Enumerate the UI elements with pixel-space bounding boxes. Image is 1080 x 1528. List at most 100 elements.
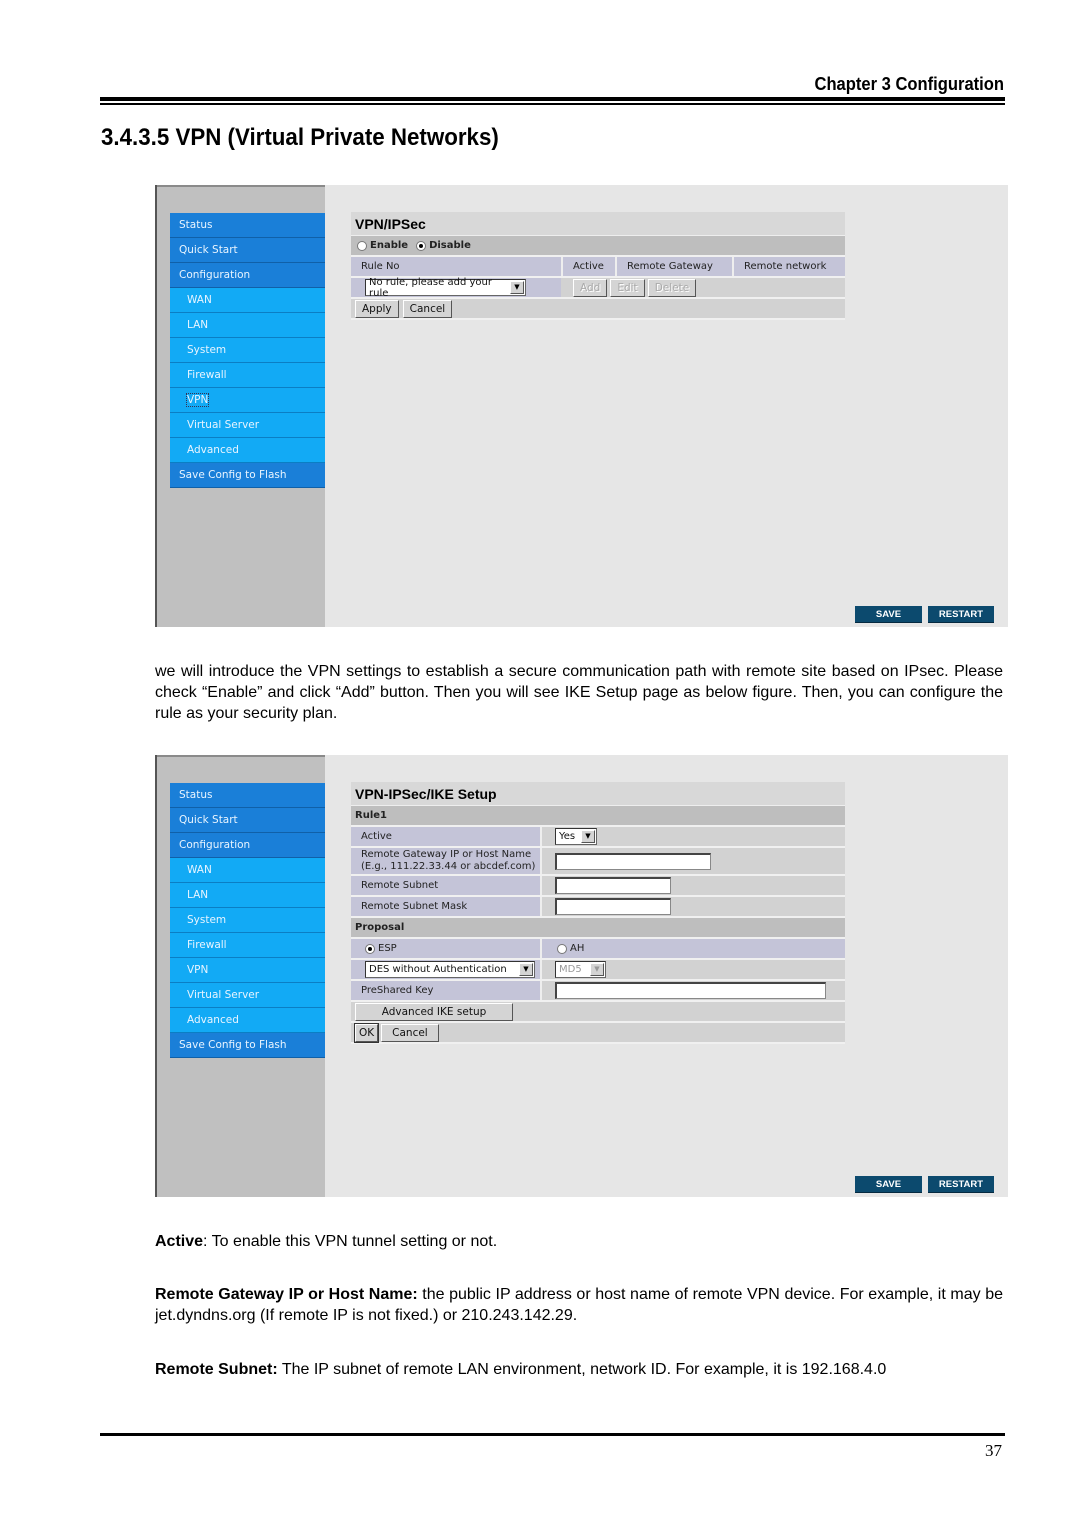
remote-gateway-hint: (E.g., 111.22.33.44 or abcdef.com) bbox=[361, 861, 536, 872]
footer-buttons: SAVE CONFIG RESTART bbox=[855, 1176, 994, 1207]
header-rule-thin bbox=[100, 103, 1005, 105]
active-description: Active: To enable this VPN tunnel settin… bbox=[155, 1231, 1003, 1252]
rule-table-row: No rule, please add your rule ▼ Add Edit… bbox=[351, 277, 845, 299]
nav-item-wan[interactable]: WAN bbox=[170, 858, 325, 883]
nav-item-lan[interactable]: LAN bbox=[170, 883, 325, 908]
nav-item-firewall[interactable]: Firewall bbox=[170, 933, 325, 958]
nav-item-vpn[interactable]: VPN bbox=[170, 388, 325, 413]
enable-label: Enable bbox=[370, 240, 409, 251]
remote-subnet-label: Remote Subnet bbox=[351, 876, 540, 895]
active-row: Active Yes ▼ bbox=[351, 827, 845, 848]
intro-paragraph: we will introduce the VPN settings to es… bbox=[155, 663, 1003, 722]
col-remote-gateway: Remote Gateway bbox=[615, 257, 732, 276]
nav-item-save-config-to-flash[interactable]: Save Config to Flash bbox=[170, 463, 325, 488]
ike-setup-panel: VPN-IPSec/IKE Setup Rule1 Active Yes ▼ R… bbox=[351, 782, 845, 1044]
ah-radio[interactable] bbox=[557, 943, 567, 954]
remote-gateway-label: Remote Gateway IP or Host Name bbox=[361, 849, 532, 860]
enable-row: Enable Disable bbox=[351, 236, 845, 257]
nav-item-save-config-to-flash[interactable]: Save Config to Flash bbox=[170, 1033, 325, 1058]
active-label: Active bbox=[351, 827, 540, 846]
esp-algorithm-select[interactable]: DES without Authentication ▼ bbox=[365, 961, 535, 978]
restart-button[interactable]: RESTART bbox=[928, 606, 994, 623]
nav-item-virtual-server[interactable]: Virtual Server bbox=[170, 983, 325, 1008]
sidebar: Status Quick Start Configuration WAN LAN… bbox=[157, 185, 325, 627]
save-config-button[interactable]: SAVE CONFIG bbox=[855, 1176, 922, 1207]
nav-menu: Status Quick Start Configuration WAN LAN… bbox=[170, 213, 325, 488]
chapter-heading: Chapter 3 Configuration bbox=[814, 74, 1004, 94]
ike-setup-screenshot: Status Quick Start Configuration WAN LAN… bbox=[155, 755, 1008, 1207]
vpn-ipsec-panel: VPN/IPSec Enable Disable Rule No Active … bbox=[351, 212, 845, 320]
remote-subnet-input[interactable] bbox=[555, 877, 671, 894]
vpn-ipsec-screenshot: Status Quick Start Configuration WAN LAN… bbox=[155, 185, 1008, 637]
footer-rule bbox=[100, 1433, 1005, 1436]
col-rule-no: Rule No bbox=[351, 257, 561, 276]
cancel-button[interactable]: Cancel bbox=[402, 299, 453, 318]
nav-item-quick-start[interactable]: Quick Start bbox=[170, 238, 325, 263]
subnet-desc: The IP subnet of remote LAN environment,… bbox=[277, 1361, 887, 1378]
sidebar: Status Quick Start Configuration WAN LAN… bbox=[157, 755, 325, 1197]
chevron-down-icon: ▼ bbox=[581, 830, 595, 843]
active-select[interactable]: Yes ▼ bbox=[555, 828, 597, 845]
footer-buttons: SAVE CONFIG RESTART bbox=[855, 606, 994, 637]
nav-item-advanced[interactable]: Advanced bbox=[170, 1008, 325, 1033]
edit-button[interactable]: Edit bbox=[610, 278, 645, 297]
ike-action-row: OK Cancel bbox=[351, 1022, 845, 1044]
restart-button[interactable]: RESTART bbox=[928, 1176, 994, 1193]
save-config-button[interactable]: SAVE CONFIG bbox=[855, 606, 922, 637]
esp-label: ESP bbox=[378, 943, 397, 954]
chevron-down-icon: ▼ bbox=[519, 963, 533, 976]
advanced-ike-setup-button[interactable]: Advanced IKE setup bbox=[355, 1002, 513, 1021]
nav-item-status[interactable]: Status bbox=[170, 783, 325, 808]
col-remote-network: Remote network bbox=[732, 257, 845, 276]
nav-item-firewall[interactable]: Firewall bbox=[170, 363, 325, 388]
rule-table-header: Rule No Active Remote Gateway Remote net… bbox=[351, 257, 845, 278]
proposal-header-row: Proposal bbox=[351, 918, 845, 939]
panel-title: VPN-IPSec/IKE Setup bbox=[351, 782, 845, 806]
action-row: Apply Cancel bbox=[351, 299, 845, 320]
nav-item-virtual-server[interactable]: Virtual Server bbox=[170, 413, 325, 438]
preshared-key-input[interactable] bbox=[555, 982, 826, 999]
remote-subnet-row: Remote Subnet bbox=[351, 876, 845, 897]
apply-button[interactable]: Apply bbox=[355, 299, 399, 318]
remote-subnet-mask-input[interactable] bbox=[555, 898, 671, 915]
esp-radio[interactable] bbox=[365, 943, 375, 954]
nav-item-advanced[interactable]: Advanced bbox=[170, 438, 325, 463]
nav-item-wan[interactable]: WAN bbox=[170, 288, 325, 313]
enable-radio[interactable] bbox=[357, 240, 367, 251]
delete-button[interactable]: Delete bbox=[647, 278, 697, 297]
rule-select[interactable]: No rule, please add your rule ▼ bbox=[365, 277, 526, 299]
subnet-description: Remote Subnet: The IP subnet of remote L… bbox=[155, 1359, 1003, 1380]
remote-subnet-mask-row: Remote Subnet Mask bbox=[351, 897, 845, 918]
nav-item-status[interactable]: Status bbox=[170, 213, 325, 238]
nav-item-configuration[interactable]: Configuration bbox=[170, 833, 325, 858]
cancel-button[interactable]: Cancel bbox=[381, 1023, 439, 1042]
ah-algorithm-select[interactable]: MD5 ▼ bbox=[555, 961, 606, 978]
remote-gateway-input[interactable] bbox=[555, 852, 711, 870]
header-rule bbox=[100, 97, 1005, 101]
nav-item-quick-start[interactable]: Quick Start bbox=[170, 808, 325, 833]
proposal-type-row: ESP AH bbox=[351, 939, 845, 960]
nav-menu: Status Quick Start Configuration WAN LAN… bbox=[170, 783, 325, 1058]
rule-header-row: Rule1 bbox=[351, 806, 845, 827]
proposal-header: Proposal bbox=[355, 922, 405, 933]
add-button[interactable]: Add bbox=[573, 278, 608, 297]
ok-button[interactable]: OK bbox=[353, 1022, 380, 1043]
nav-item-configuration[interactable]: Configuration bbox=[170, 263, 325, 288]
nav-item-system[interactable]: System bbox=[170, 338, 325, 363]
col-active: Active bbox=[561, 257, 615, 276]
active-desc: : To enable this VPN tunnel setting or n… bbox=[203, 1233, 498, 1250]
disable-radio[interactable] bbox=[416, 240, 427, 251]
advanced-ike-row: Advanced IKE setup bbox=[351, 1002, 845, 1023]
rule-header: Rule1 bbox=[355, 810, 387, 821]
remote-gateway-row: Remote Gateway IP or Host Name (E.g., 11… bbox=[351, 848, 845, 876]
proposal-algorithm-row: DES without Authentication ▼ MD5 ▼ bbox=[351, 960, 845, 981]
panel-title: VPN/IPSec bbox=[351, 212, 845, 236]
nav-item-system[interactable]: System bbox=[170, 908, 325, 933]
preshared-key-label: PreShared Key bbox=[351, 981, 540, 1000]
nav-item-vpn[interactable]: VPN bbox=[170, 958, 325, 983]
gateway-term: Remote Gateway IP or Host Name: bbox=[155, 1286, 418, 1303]
disable-label: Disable bbox=[429, 240, 471, 251]
page-number: 37 bbox=[985, 1441, 1002, 1460]
active-term: Active bbox=[155, 1233, 204, 1250]
nav-item-lan[interactable]: LAN bbox=[170, 313, 325, 338]
